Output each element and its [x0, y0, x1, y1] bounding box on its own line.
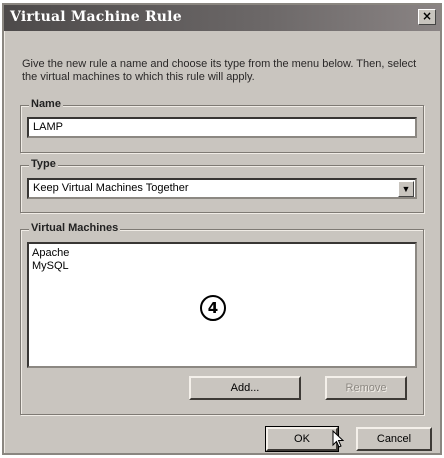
instructions-text: Give the new rule a name and choose its … — [22, 58, 417, 83]
name-group-label: Name — [29, 98, 63, 110]
vm-group-label: Virtual Machines — [29, 222, 121, 234]
step-number-callout: 4 — [200, 295, 226, 321]
cancel-button[interactable]: Cancel — [356, 427, 432, 451]
ok-button[interactable]: OK — [265, 426, 339, 452]
window-title: Virtual Machine Rule — [10, 9, 182, 25]
list-item[interactable]: MySQL — [32, 260, 412, 273]
type-select-value: Keep Virtual Machines Together — [33, 182, 189, 194]
add-button[interactable]: Add... — [189, 376, 301, 400]
arrow-cursor-icon — [332, 430, 344, 448]
type-group-label: Type — [29, 158, 58, 170]
vm-group: Virtual Machines Apache MySQL Add... Rem… — [20, 222, 424, 415]
chevron-down-icon[interactable]: ▼ — [398, 181, 414, 197]
name-field[interactable]: LAMP — [27, 117, 417, 138]
title-bar[interactable]: Virtual Machine Rule × — [4, 5, 440, 31]
type-select[interactable]: Keep Virtual Machines Together ▼ — [27, 178, 417, 199]
list-item[interactable]: Apache — [32, 247, 412, 260]
name-group: Name LAMP — [20, 98, 424, 153]
type-group: Type Keep Virtual Machines Together ▼ — [20, 158, 424, 213]
close-icon[interactable]: × — [418, 9, 436, 25]
dialog-window: Virtual Machine Rule × Give the new rule… — [2, 3, 442, 455]
remove-button[interactable]: Remove — [325, 376, 407, 400]
